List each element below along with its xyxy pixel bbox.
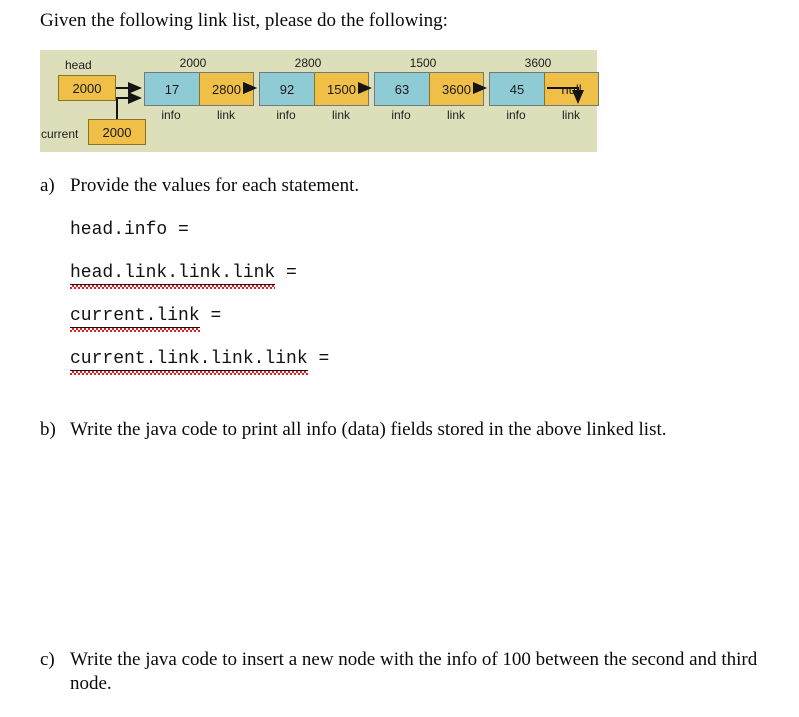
question-c-marker: c)	[40, 649, 55, 670]
code-line-a-0: head.info =	[70, 219, 189, 241]
linked-list-diagram: head 2000 current 2000 2000 17 2800 info…	[40, 50, 599, 152]
code-expr-a-1: head.link.link.link	[70, 263, 276, 289]
question-a-text: Provide the values for each statement.	[70, 175, 360, 196]
code-expr-a-3: current.link.link.link	[70, 349, 308, 375]
code-expr-a-0: head.info	[70, 220, 168, 240]
code-equals-a-3: =	[318, 349, 330, 369]
diagram-arrows	[116, 82, 584, 119]
worksheet-page: Given the following link list, please do…	[0, 0, 799, 717]
code-line-a-2: current.link =	[70, 305, 222, 332]
code-line-a-1: head.link.link.link =	[70, 262, 297, 289]
question-b-marker: b)	[40, 419, 56, 440]
code-expr-a-2: current.link	[70, 306, 200, 332]
intro-text: Given the following link list, please do…	[40, 10, 448, 31]
question-b-text: Write the java code to print all info (d…	[70, 419, 667, 440]
code-equals-a-2: =	[210, 306, 222, 326]
question-c-text: Write the java code to insert a new node…	[70, 649, 758, 694]
question-a-marker: a)	[40, 175, 55, 196]
code-equals-a-1: =	[286, 263, 297, 283]
code-equals-a-0: =	[178, 220, 189, 240]
code-line-a-3: current.link.link.link =	[70, 348, 330, 375]
